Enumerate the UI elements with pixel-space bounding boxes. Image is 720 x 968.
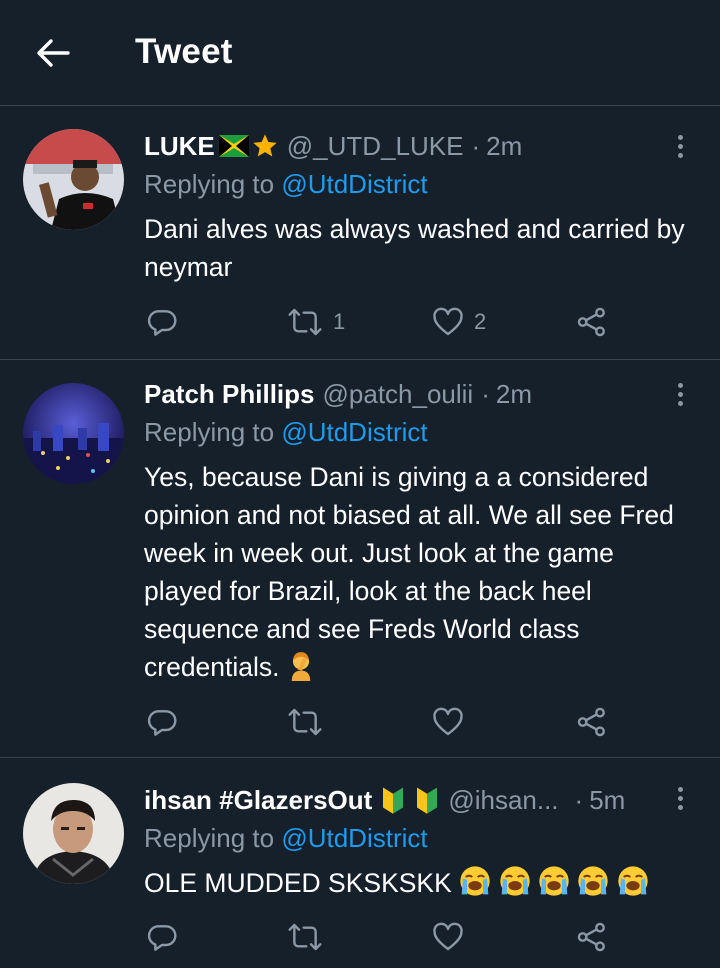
reply-button[interactable] [146,704,188,740]
retweet-button[interactable]: 1 [287,304,345,340]
tweet-text: OLE MUDDED SKSKSKK [144,868,452,898]
tweet-meta: LUKE @_UTD_LUKE · 2m [144,129,660,163]
replying-to: Replying to @UtdDistrict [144,169,428,200]
tweet-meta: ihsan #GlazersOut @ihsan... · 5m [144,783,660,817]
beginner-badge-icon [417,787,438,814]
retweet-button[interactable] [287,919,333,955]
more-options-button[interactable] [668,783,692,813]
timestamp[interactable]: 2m [496,379,532,410]
reply-button[interactable] [146,304,188,340]
loudly-crying-face-icon [539,866,569,896]
top-bar: Tweet [0,0,720,106]
tweet-text: Yes, because Dani is giving a a consider… [144,462,674,682]
handle[interactable]: @patch_oulii [323,379,474,410]
replying-to: Replying to @UtdDistrict [144,417,428,448]
mention-link[interactable]: @UtdDistrict [281,823,427,853]
share-icon [577,707,605,737]
retweet-count: 1 [333,309,346,334]
tweet-item[interactable]: ihsan #GlazersOut @ihsan... · 5m Replyin… [0,759,720,968]
like-button[interactable] [432,919,474,955]
tweet-item[interactable]: Patch Phillips @patch_oulii · 2m Replyin… [0,361,720,758]
jamaica-flag-icon [218,135,249,157]
loudly-crying-face-icon [578,866,608,896]
mention-link[interactable]: @UtdDistrict [281,417,427,447]
tweet-item[interactable]: LUKE @_UTD_LUKE · 2m Replying to @UtdDis… [0,107,720,360]
back-arrow-icon [37,39,70,67]
replying-to: Replying to @UtdDistrict [144,823,428,854]
crying-emoji-group [459,865,649,907]
share-button[interactable] [576,919,608,955]
like-button[interactable]: 2 [432,304,486,340]
timestamp[interactable]: 2m [486,131,522,162]
display-name[interactable]: ihsan #GlazersOut [144,785,372,816]
heart-icon [433,922,463,951]
share-button[interactable] [576,304,608,340]
tweet-text: Dani alves was always washed and carried… [144,214,685,282]
tweet-meta: Patch Phillips @patch_oulii · 2m [144,377,660,411]
avatar[interactable] [23,383,124,484]
separator-dot: · [481,378,490,409]
beginner-badge-icon [383,787,404,814]
avatar[interactable] [23,783,124,884]
heart-icon [433,707,463,736]
share-icon [577,922,605,952]
back-button[interactable] [30,30,76,76]
avatar[interactable] [23,129,124,230]
retweet-icon [288,708,322,736]
like-button[interactable] [432,704,474,740]
handle[interactable]: @ihsan... [448,785,558,816]
reply-icon [147,925,177,951]
separator-dot: · [471,130,481,161]
separator-dot: · [574,784,584,815]
page-title: Tweet [135,32,233,71]
person-facepalming-icon [291,652,311,681]
like-count: 2 [474,309,487,334]
tweet-text-block: OLE MUDDED SKSKSKK [144,864,689,907]
reply-icon [147,710,177,736]
loudly-crying-face-icon [617,866,648,896]
heart-icon [433,307,463,336]
reply-icon [147,310,177,336]
mention-link[interactable]: @UtdDistrict [281,169,427,199]
replying-prefix: Replying to [144,823,282,853]
loudly-crying-face-icon [499,866,530,896]
replying-prefix: Replying to [144,169,282,199]
handle[interactable]: @_UTD_LUKE [287,131,464,162]
timestamp[interactable]: 5m [589,785,625,816]
reply-button[interactable] [146,919,188,955]
tweet-actions [0,919,720,955]
loudly-crying-face-icon [460,866,490,896]
replying-prefix: Replying to [144,417,282,447]
star-icon [253,134,277,157]
retweet-button[interactable] [287,704,333,740]
retweet-icon [288,923,322,951]
share-button[interactable] [576,704,608,740]
share-icon [577,307,605,337]
tweet-actions: 1 2 [0,304,720,340]
more-options-button[interactable] [668,131,692,161]
display-name[interactable]: LUKE [144,131,215,162]
retweet-icon [288,308,322,336]
more-options-button[interactable] [668,379,692,409]
tweet-text-block: Yes, because Dani is giving a a consider… [144,458,689,686]
display-name[interactable]: Patch Phillips [144,379,315,410]
tweet-actions [0,704,720,740]
